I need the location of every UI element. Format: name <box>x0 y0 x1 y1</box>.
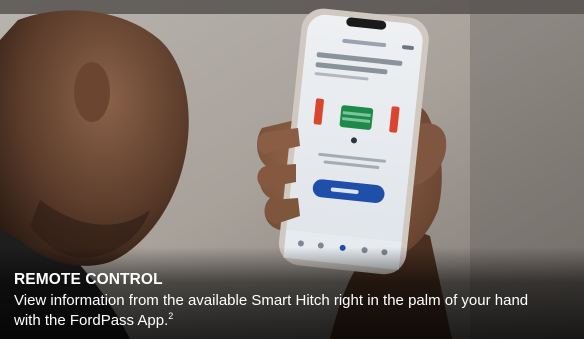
promo-card: REMOTE CONTROL View information from the… <box>0 0 584 339</box>
caption-overlay: REMOTE CONTROL View information from the… <box>0 247 584 339</box>
caption-body: View information from the available Smar… <box>14 291 534 331</box>
footnote-marker: 2 <box>168 311 174 321</box>
caption-body-text: View information from the available Smar… <box>14 292 529 329</box>
ear <box>74 62 110 122</box>
caption-title: REMOTE CONTROL <box>14 271 163 288</box>
smartphone <box>278 8 429 275</box>
